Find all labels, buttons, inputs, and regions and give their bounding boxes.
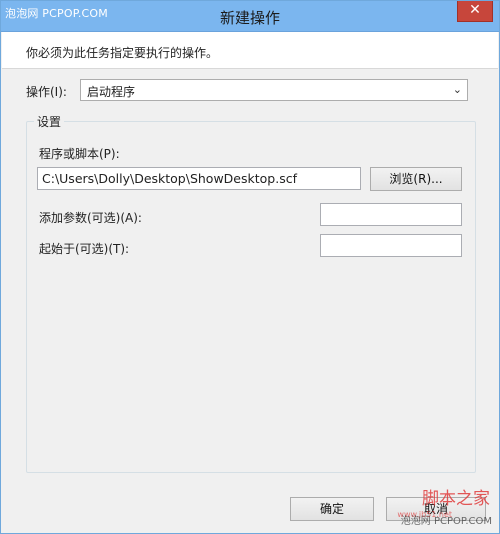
close-button[interactable]: ✕ [457, 1, 493, 22]
close-icon: ✕ [469, 2, 481, 18]
settings-legend: 设置 [34, 113, 65, 130]
browse-button[interactable]: 浏览(R)... [370, 167, 462, 191]
action-selected-value: 启动程序 [87, 85, 136, 99]
watermark-logo: 脚本之家 [422, 489, 490, 509]
action-dropdown[interactable]: 启动程序 ⌄ [80, 79, 468, 101]
start-in-label: 起始于(可选)(T): [39, 242, 130, 256]
action-label: 操作(I): [26, 85, 67, 99]
ok-button[interactable]: 确定 [290, 497, 374, 521]
task-description: 你必须为此任务指定要执行的操作。 [26, 46, 219, 60]
program-label: 程序或脚本(P): [39, 147, 120, 161]
arguments-label: 添加参数(可选)(A): [39, 211, 142, 225]
title-bar[interactable]: 泡泡网 PCPOP.COM 新建操作 ✕ [1, 1, 499, 32]
arguments-input[interactable] [320, 203, 462, 226]
header-area: 你必须为此任务指定要执行的操作。 [2, 32, 498, 69]
chevron-down-icon: ⌄ [452, 83, 462, 96]
new-action-dialog: 泡泡网 PCPOP.COM 新建操作 ✕ 你必须为此任务指定要执行的操作。 操作… [0, 0, 500, 534]
program-path-value: C:\Users\Dolly\Desktop\ShowDesktop.scf [42, 171, 297, 186]
dialog-content: 你必须为此任务指定要执行的操作。 操作(I): 启动程序 ⌄ 设置 程序或脚本(… [2, 32, 498, 533]
start-in-input[interactable] [320, 234, 462, 257]
window-title: 新建操作 [219, 9, 280, 27]
program-path-input[interactable]: C:\Users\Dolly\Desktop\ShowDesktop.scf [37, 167, 361, 190]
watermark-bottom-right: 泡泡网 PCPOP.COM [400, 516, 492, 527]
